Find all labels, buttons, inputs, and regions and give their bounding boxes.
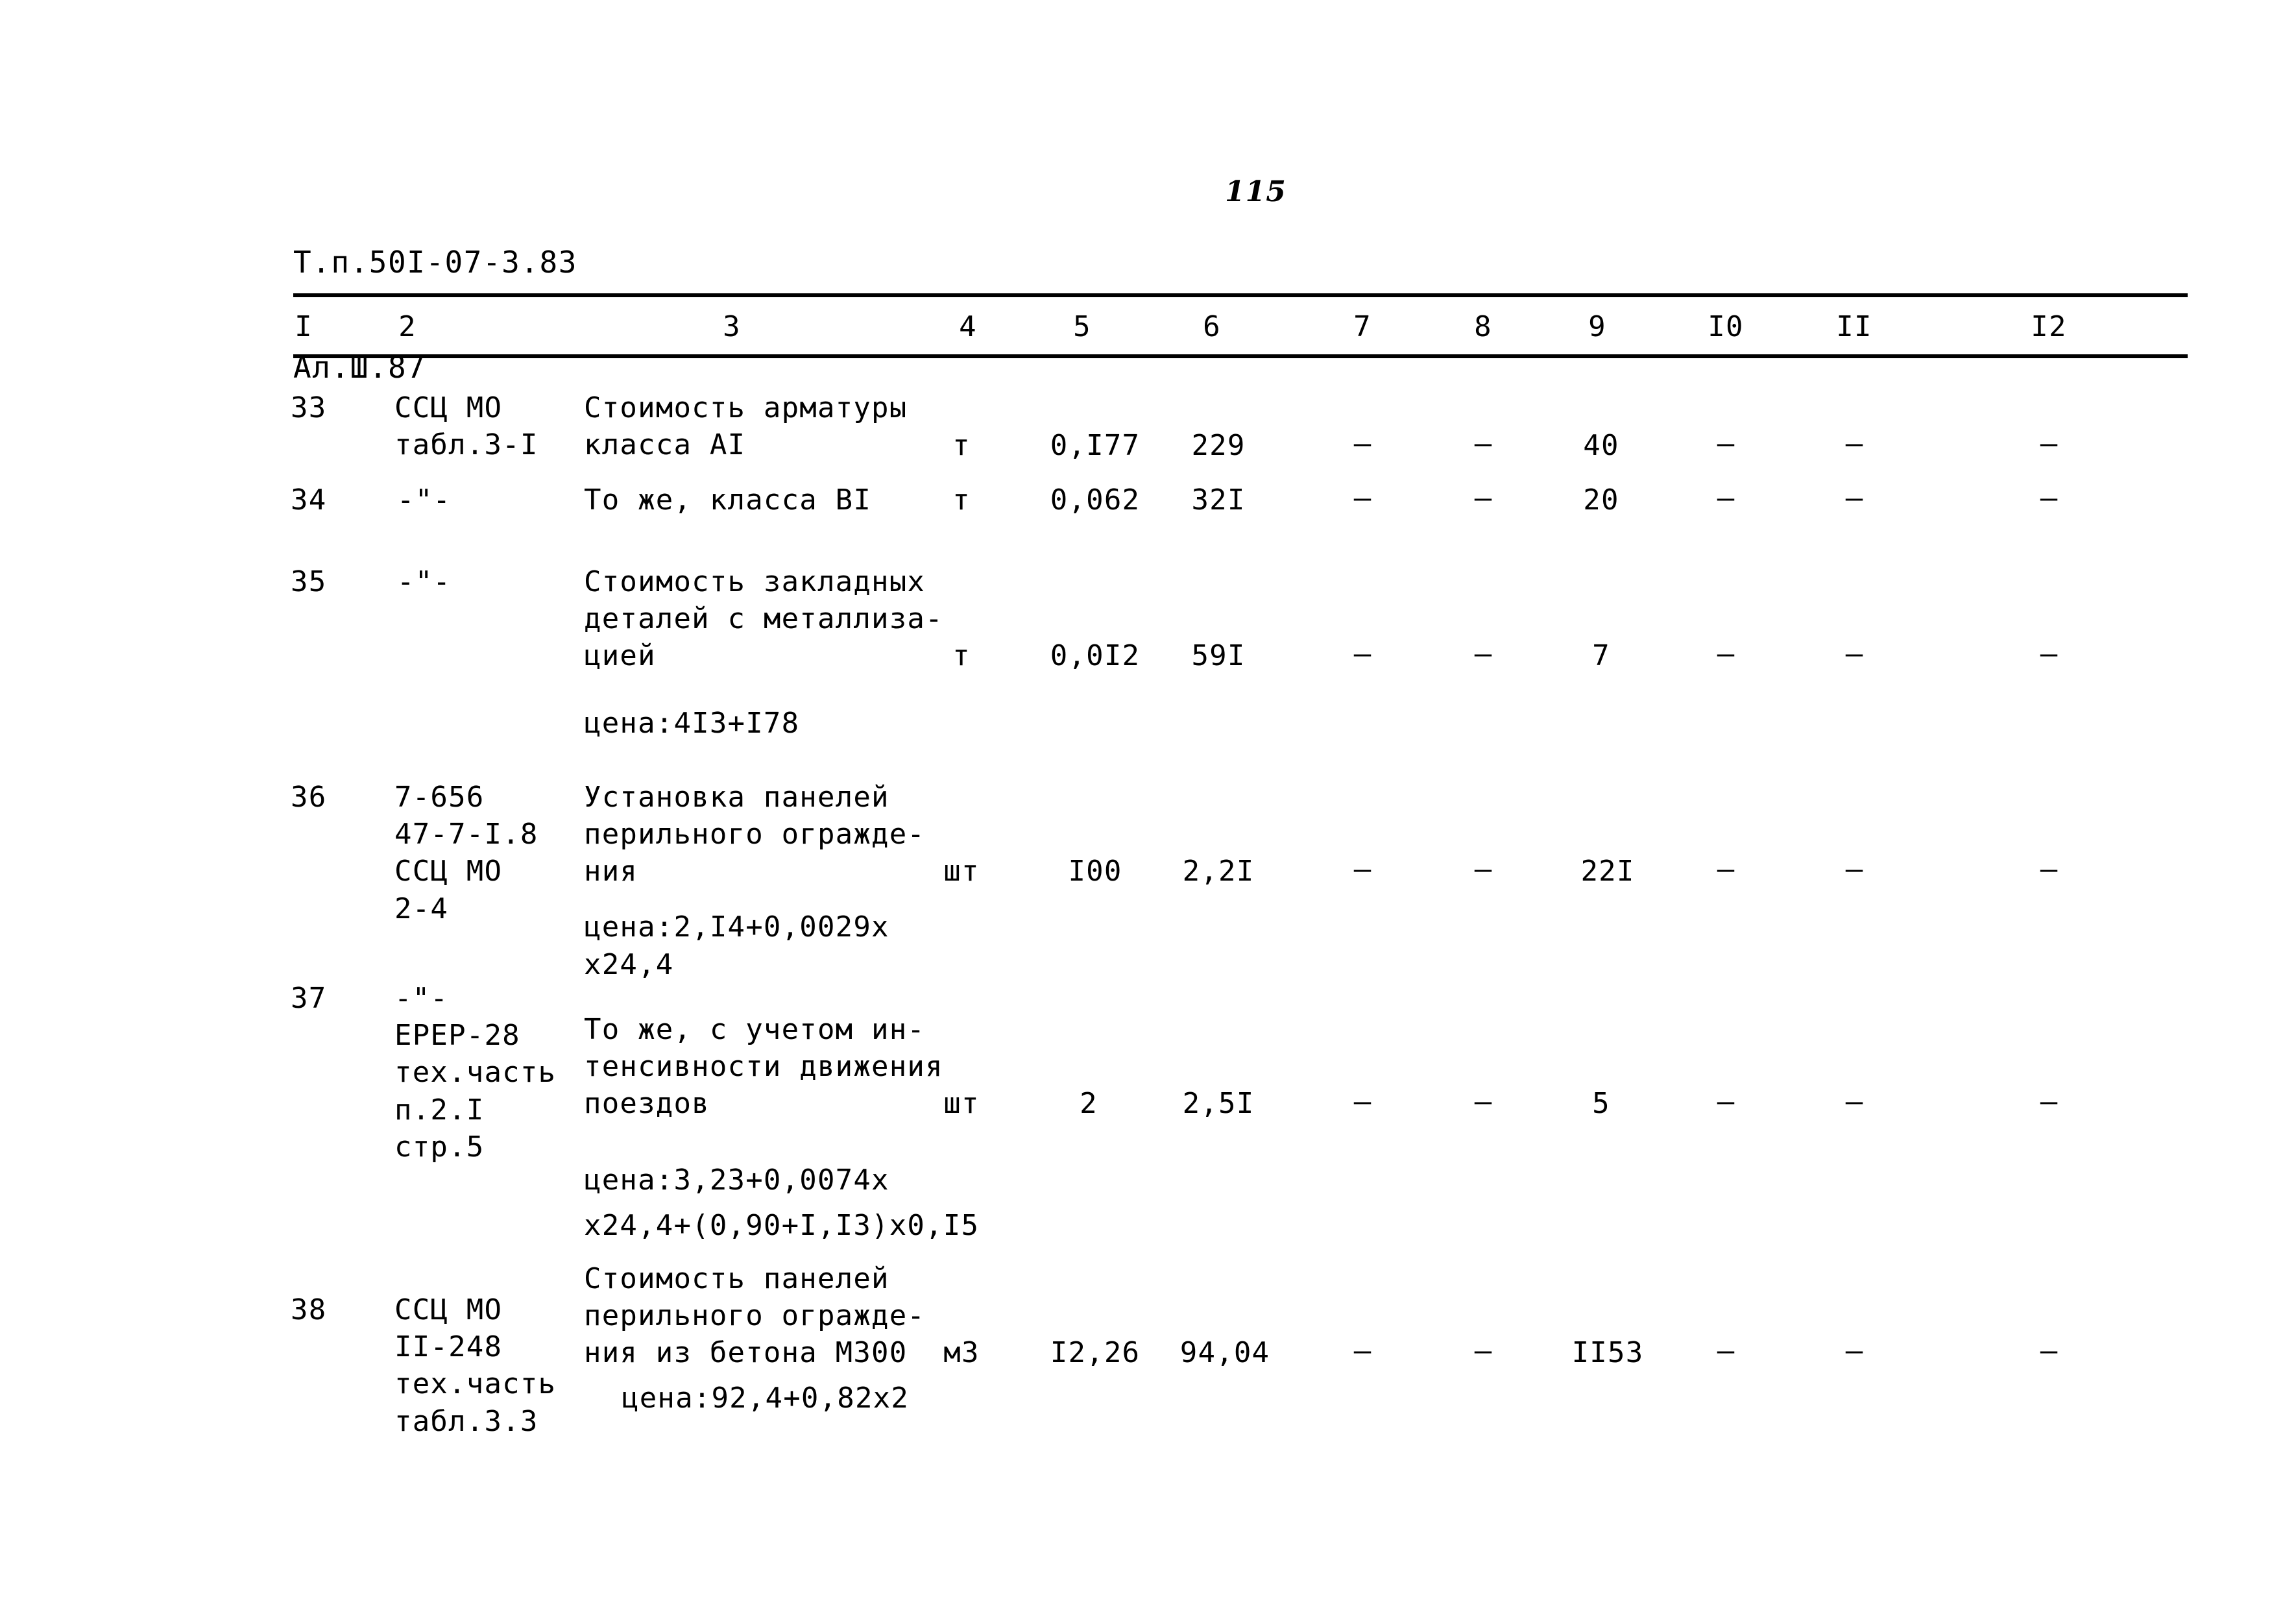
row-unit: шт (943, 1087, 980, 1120)
row-col7: – (1353, 637, 1372, 670)
row-description: То же, с учетом ин- тенсивности движения… (584, 1013, 943, 1121)
row-col11: – (1845, 853, 1863, 886)
row-price: 2,2I (1182, 855, 1255, 888)
table-row: 37 (291, 982, 327, 1015)
row-col8: – (1474, 637, 1492, 670)
row-quantity: 2 (1080, 1087, 1098, 1120)
row-unit: шт (943, 855, 980, 888)
row-col10: – (1717, 1334, 1735, 1367)
row-col7: – (1353, 853, 1372, 886)
row-col12: – (2040, 637, 2058, 670)
row-col8: – (1474, 853, 1492, 886)
row-col11: – (1845, 1085, 1863, 1118)
row-price: 32I (1191, 483, 1246, 517)
row-col10: – (1717, 427, 1735, 460)
row-col9: II53 (1571, 1336, 1644, 1369)
row-description: Установка панелей перильного огражде- ни… (584, 781, 926, 888)
column-header-5: 5 (1073, 310, 1091, 343)
row-col7: – (1353, 482, 1372, 515)
row-col7: – (1353, 1085, 1372, 1118)
row-col11: – (1845, 1334, 1863, 1367)
row-quantity: 0,I77 (1050, 429, 1141, 462)
row-col7: – (1353, 1334, 1372, 1367)
table-row: 35 (291, 565, 327, 598)
row-col12: – (2040, 482, 2058, 515)
row-code: ССЦ МО II-248 тех.часть табл.3.3 (394, 1293, 557, 1438)
row-note: цена:2,I4+0,0029х х24,4 (584, 910, 889, 982)
row-col8: – (1474, 1085, 1492, 1118)
row-description: То же, класса ВI (584, 483, 872, 517)
table-row: 34 (291, 483, 327, 517)
row-col7: – (1353, 427, 1372, 460)
row-col10: – (1717, 637, 1735, 670)
table-row: 36 (291, 781, 327, 814)
row-unit: т (952, 639, 971, 672)
row-code: -"- ЕРЕР-28 тех.часть п.2.I стр.5 (394, 982, 557, 1164)
row-col10: – (1717, 1085, 1735, 1118)
row-description: Стоимость закладных деталей с металлиза-… (584, 565, 943, 673)
row-price: 2,5I (1182, 1087, 1255, 1120)
row-quantity: I2,26 (1050, 1336, 1141, 1369)
column-header-3: 3 (723, 310, 741, 343)
row-price: 59I (1191, 639, 1246, 672)
row-note-secondary: х24,4+(0,90+I,I3)х0,I5 (584, 1209, 980, 1242)
row-col8: – (1474, 427, 1492, 460)
row-code: 7-656 47-7-I.8 ССЦ МО 2-4 (394, 781, 538, 925)
document-header-line-1: Т.п.50I-07-3.83 (293, 244, 577, 280)
row-col11: – (1845, 427, 1863, 460)
row-col10: – (1717, 853, 1735, 886)
row-col11: – (1845, 482, 1863, 515)
table-rule-top (293, 293, 2188, 297)
row-col9: 5 (1592, 1087, 1610, 1120)
row-col9: 22I (1580, 855, 1635, 888)
column-header-6: 6 (1203, 310, 1221, 343)
row-col9: 20 (1583, 483, 1619, 517)
column-header-2: 2 (398, 310, 417, 343)
column-header-7: 7 (1353, 310, 1372, 343)
column-header-8: 8 (1474, 310, 1492, 343)
column-header-1: I (295, 310, 313, 343)
column-header-10: I0 (1708, 310, 1744, 343)
row-code: -"- (397, 483, 452, 517)
table-row: 38 (291, 1293, 327, 1326)
table-rule-bottom (293, 354, 2188, 358)
row-quantity: 0,0I2 (1050, 639, 1141, 672)
row-unit: м3 (943, 1336, 980, 1369)
table-row: 33 (291, 391, 327, 424)
page-number: 115 (1225, 175, 1287, 208)
row-code: ССЦ МО табл.3-I (394, 391, 538, 462)
row-col11: – (1845, 637, 1863, 670)
row-description: Стоимость панелей перильного огражде- ни… (584, 1262, 926, 1370)
row-code: -"- (397, 565, 452, 598)
column-header-9: 9 (1588, 310, 1606, 343)
row-col9: 40 (1583, 429, 1619, 462)
row-col10: – (1717, 482, 1735, 515)
row-unit: т (952, 429, 971, 462)
row-col9: 7 (1592, 639, 1610, 672)
row-unit: т (952, 483, 971, 517)
row-col12: – (2040, 1334, 2058, 1367)
row-description: Стоимость арматуры класса АI (584, 391, 908, 462)
document-page: Т.п.50I-07-3.83 Ал.Ш.87 115 I 2 3 4 5 6 … (0, 0, 2296, 1610)
row-col8: – (1474, 1334, 1492, 1367)
row-col12: – (2040, 1085, 2058, 1118)
row-note: цена:92,4+0,82х2 (622, 1382, 910, 1415)
row-price: 94,04 (1179, 1336, 1270, 1369)
row-quantity: 0,062 (1050, 483, 1141, 517)
row-note: цена:4I3+I78 (584, 707, 800, 740)
column-header-12: I2 (2031, 310, 2067, 343)
row-note: цена:3,23+0,0074х (584, 1164, 889, 1197)
row-quantity: I00 (1068, 855, 1122, 888)
row-col12: – (2040, 427, 2058, 460)
row-col12: – (2040, 853, 2058, 886)
row-col8: – (1474, 482, 1492, 515)
row-price: 229 (1191, 429, 1246, 462)
column-header-4: 4 (959, 310, 977, 343)
column-header-11: II (1836, 310, 1872, 343)
